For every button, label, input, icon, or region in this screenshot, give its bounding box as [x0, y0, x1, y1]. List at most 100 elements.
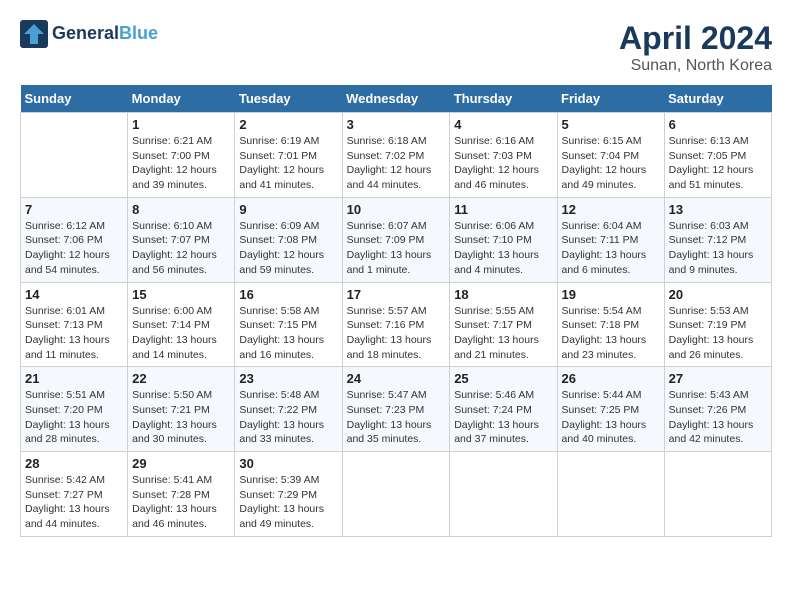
day-cell: 7 Sunrise: 6:12 AMSunset: 7:06 PMDaylight… — [21, 197, 128, 282]
day-info: Sunrise: 5:55 AMSunset: 7:17 PMDaylight:… — [454, 304, 552, 363]
day-number: 19 — [562, 287, 660, 302]
day-cell — [21, 113, 128, 198]
day-number: 7 — [25, 202, 123, 217]
day-cell: 1 Sunrise: 6:21 AMSunset: 7:00 PMDaylight… — [128, 113, 235, 198]
title-area: April 2024 Sunan, North Korea — [619, 20, 772, 75]
day-cell: 28Sunrise: 5:42 AMSunset: 7:27 PMDayligh… — [21, 452, 128, 537]
day-cell: 29Sunrise: 5:41 AMSunset: 7:28 PMDayligh… — [128, 452, 235, 537]
day-number: 24 — [347, 371, 446, 386]
day-info: Sunrise: 5:58 AMSunset: 7:15 PMDaylight:… — [239, 304, 337, 363]
day-number: 16 — [239, 287, 337, 302]
day-number: 14 — [25, 287, 123, 302]
day-number: 17 — [347, 287, 446, 302]
week-row-5: 28Sunrise: 5:42 AMSunset: 7:27 PMDayligh… — [21, 452, 772, 537]
day-info: Sunrise: 6:16 AMSunset: 7:03 PMDaylight:… — [454, 134, 552, 193]
day-cell: 21Sunrise: 5:51 AMSunset: 7:20 PMDayligh… — [21, 367, 128, 452]
day-cell: 14 Sunrise: 6:01 AMSunset: 7:13 PMDayligh… — [21, 282, 128, 367]
day-info: Sunrise: 5:46 AMSunset: 7:24 PMDaylight:… — [454, 388, 552, 447]
day-cell: 12Sunrise: 6:04 AMSunset: 7:11 PMDayligh… — [557, 197, 664, 282]
day-cell: 30Sunrise: 5:39 AMSunset: 7:29 PMDayligh… — [235, 452, 342, 537]
day-number: 20 — [669, 287, 767, 302]
day-cell: 13Sunrise: 6:03 AMSunset: 7:12 PMDayligh… — [664, 197, 771, 282]
day-cell: 11Sunrise: 6:06 AMSunset: 7:10 PMDayligh… — [450, 197, 557, 282]
header: GeneralBlue April 2024 Sunan, North Kore… — [20, 20, 772, 75]
col-header-sunday: Sunday — [21, 85, 128, 113]
day-cell: 20 Sunrise: 5:53 AMSunset: 7:19 PMDayligh… — [664, 282, 771, 367]
day-info: Sunrise: 6:15 AMSunset: 7:04 PMDaylight:… — [562, 134, 660, 193]
day-info: Sunrise: 6:13 AMSunset: 7:05 PMDaylight:… — [669, 134, 767, 193]
logo-text: GeneralBlue — [52, 24, 158, 44]
day-info: Sunrise: 5:42 AMSunset: 7:27 PMDaylight:… — [25, 473, 123, 532]
day-info: Sunrise: 6:21 AMSunset: 7:00 PMDaylight:… — [132, 134, 230, 193]
day-cell: 8 Sunrise: 6:10 AMSunset: 7:07 PMDaylight… — [128, 197, 235, 282]
day-cell: 16 Sunrise: 5:58 AMSunset: 7:15 PMDayligh… — [235, 282, 342, 367]
day-info: Sunrise: 5:50 AMSunset: 7:21 PMDaylight:… — [132, 388, 230, 447]
day-cell: 6 Sunrise: 6:13 AMSunset: 7:05 PMDaylight… — [664, 113, 771, 198]
day-cell: 23 Sunrise: 5:48 AMSunset: 7:22 PMDayligh… — [235, 367, 342, 452]
header-row: SundayMondayTuesdayWednesdayThursdayFrid… — [21, 85, 772, 113]
day-number: 3 — [347, 117, 446, 132]
col-header-saturday: Saturday — [664, 85, 771, 113]
day-cell: 5 Sunrise: 6:15 AMSunset: 7:04 PMDaylight… — [557, 113, 664, 198]
day-number: 27 — [669, 371, 767, 386]
day-number: 18 — [454, 287, 552, 302]
day-info: Sunrise: 6:01 AMSunset: 7:13 PMDaylight:… — [25, 304, 123, 363]
day-number: 9 — [239, 202, 337, 217]
day-info: Sunrise: 5:54 AMSunset: 7:18 PMDaylight:… — [562, 304, 660, 363]
day-info: Sunrise: 6:09 AMSunset: 7:08 PMDaylight:… — [239, 219, 337, 278]
day-number: 13 — [669, 202, 767, 217]
day-number: 5 — [562, 117, 660, 132]
day-info: Sunrise: 5:41 AMSunset: 7:28 PMDaylight:… — [132, 473, 230, 532]
day-number: 2 — [239, 117, 337, 132]
day-number: 4 — [454, 117, 552, 132]
day-cell: 3 Sunrise: 6:18 AMSunset: 7:02 PMDaylight… — [342, 113, 450, 198]
day-number: 1 — [132, 117, 230, 132]
day-info: Sunrise: 6:19 AMSunset: 7:01 PMDaylight:… — [239, 134, 337, 193]
day-info: Sunrise: 6:10 AMSunset: 7:07 PMDaylight:… — [132, 219, 230, 278]
month-title: April 2024 — [619, 20, 772, 57]
day-info: Sunrise: 5:57 AMSunset: 7:16 PMDaylight:… — [347, 304, 446, 363]
day-cell: 2 Sunrise: 6:19 AMSunset: 7:01 PMDaylight… — [235, 113, 342, 198]
logo: GeneralBlue — [20, 20, 158, 48]
day-cell: 25Sunrise: 5:46 AMSunset: 7:24 PMDayligh… — [450, 367, 557, 452]
day-cell: 15Sunrise: 6:00 AMSunset: 7:14 PMDayligh… — [128, 282, 235, 367]
day-info: Sunrise: 6:12 AMSunset: 7:06 PMDaylight:… — [25, 219, 123, 278]
day-number: 26 — [562, 371, 660, 386]
day-cell: 19 Sunrise: 5:54 AMSunset: 7:18 PMDayligh… — [557, 282, 664, 367]
week-row-4: 21Sunrise: 5:51 AMSunset: 7:20 PMDayligh… — [21, 367, 772, 452]
day-cell: 27 Sunrise: 5:43 AMSunset: 7:26 PMDayligh… — [664, 367, 771, 452]
day-number: 23 — [239, 371, 337, 386]
col-header-tuesday: Tuesday — [235, 85, 342, 113]
day-cell: 10 Sunrise: 6:07 AMSunset: 7:09 PMDayligh… — [342, 197, 450, 282]
day-cell: 24 Sunrise: 5:47 AMSunset: 7:23 PMDayligh… — [342, 367, 450, 452]
day-number: 6 — [669, 117, 767, 132]
day-info: Sunrise: 5:47 AMSunset: 7:23 PMDaylight:… — [347, 388, 446, 447]
subtitle: Sunan, North Korea — [619, 57, 772, 75]
day-number: 15 — [132, 287, 230, 302]
day-info: Sunrise: 6:07 AMSunset: 7:09 PMDaylight:… — [347, 219, 446, 278]
day-info: Sunrise: 6:04 AMSunset: 7:11 PMDaylight:… — [562, 219, 660, 278]
day-info: Sunrise: 5:48 AMSunset: 7:22 PMDaylight:… — [239, 388, 337, 447]
day-number: 10 — [347, 202, 446, 217]
week-row-3: 14 Sunrise: 6:01 AMSunset: 7:13 PMDayligh… — [21, 282, 772, 367]
day-cell — [450, 452, 557, 537]
day-cell: 17 Sunrise: 5:57 AMSunset: 7:16 PMDayligh… — [342, 282, 450, 367]
day-cell — [664, 452, 771, 537]
day-number: 21 — [25, 371, 123, 386]
week-row-1: 1 Sunrise: 6:21 AMSunset: 7:00 PMDaylight… — [21, 113, 772, 198]
col-header-monday: Monday — [128, 85, 235, 113]
col-header-friday: Friday — [557, 85, 664, 113]
day-info: Sunrise: 5:53 AMSunset: 7:19 PMDaylight:… — [669, 304, 767, 363]
calendar-table: SundayMondayTuesdayWednesdayThursdayFrid… — [20, 85, 772, 537]
day-cell — [557, 452, 664, 537]
day-number: 8 — [132, 202, 230, 217]
col-header-wednesday: Wednesday — [342, 85, 450, 113]
day-info: Sunrise: 6:18 AMSunset: 7:02 PMDaylight:… — [347, 134, 446, 193]
day-cell: 26 Sunrise: 5:44 AMSunset: 7:25 PMDayligh… — [557, 367, 664, 452]
day-cell: 22 Sunrise: 5:50 AMSunset: 7:21 PMDayligh… — [128, 367, 235, 452]
day-info: Sunrise: 5:43 AMSunset: 7:26 PMDaylight:… — [669, 388, 767, 447]
day-number: 22 — [132, 371, 230, 386]
col-header-thursday: Thursday — [450, 85, 557, 113]
day-info: Sunrise: 5:44 AMSunset: 7:25 PMDaylight:… — [562, 388, 660, 447]
day-info: Sunrise: 5:39 AMSunset: 7:29 PMDaylight:… — [239, 473, 337, 532]
